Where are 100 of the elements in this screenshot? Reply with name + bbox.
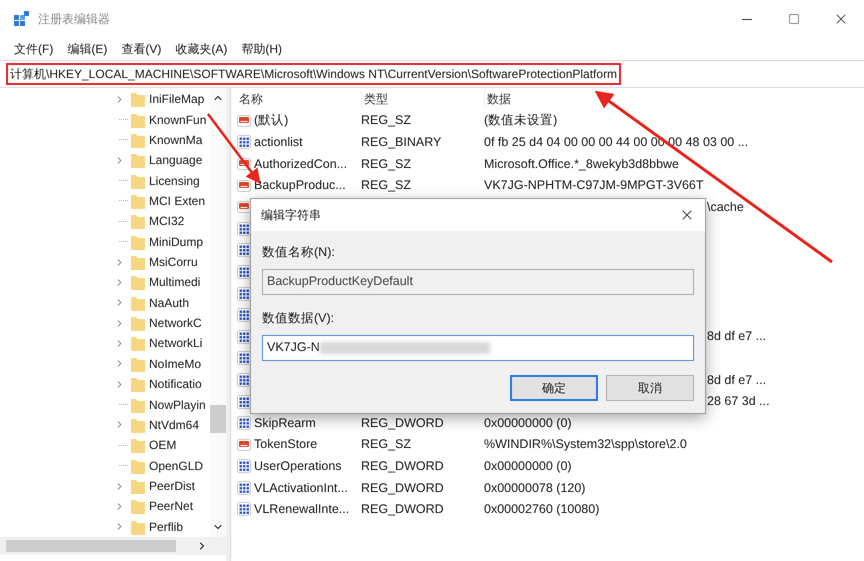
- value-data: %WINDIR%\System32\spp\store\2.0: [484, 437, 687, 452]
- tree-item[interactable]: MCI32: [149, 212, 184, 230]
- horizontal-scrollbar[interactable]: [0, 537, 226, 555]
- dialog-button[interactable]: 取消: [606, 374, 694, 400]
- folder-icon: [131, 416, 145, 433]
- value-name[interactable]: TokenStore: [254, 435, 318, 454]
- menu-item[interactable]: 编辑(E): [67, 40, 108, 58]
- binary-value-icon: [237, 243, 251, 258]
- value-data: Microsoft.Office.*_8wekyb3d8bbwe: [484, 156, 680, 171]
- tree-item[interactable]: Language: [149, 151, 202, 170]
- value-type: REG_SZ: [361, 178, 412, 192]
- value-name[interactable]: AuthorizedCon...: [254, 154, 348, 174]
- folder-icon: [131, 152, 145, 168]
- dialog-button[interactable]: 确定: [510, 374, 598, 400]
- value-data: VK7JG-NPHTM-C97JM-9MPGT-3V66T: [484, 178, 704, 192]
- scrollbar-thumb[interactable]: [6, 540, 176, 552]
- tree-item[interactable]: Perflib: [149, 518, 184, 536]
- menu-item[interactable]: 文件(F): [14, 40, 54, 58]
- value-name[interactable]: actionlist: [254, 133, 303, 152]
- tree-item[interactable]: OEM: [149, 436, 176, 454]
- value-data: 8d df e7 ...: [707, 329, 766, 344]
- binary-value-icon: [237, 351, 251, 366]
- binary-value-icon: [237, 480, 251, 495]
- value-name[interactable]: SkipRearm: [254, 414, 316, 432]
- column-header[interactable]: 数据: [484, 90, 864, 108]
- tree-item[interactable]: Licensing: [149, 172, 200, 190]
- folder-icon: [131, 234, 145, 250]
- tree-item[interactable]: PeerNet: [149, 497, 194, 516]
- binary-value-icon: [237, 394, 251, 409]
- value-data: 8d df e7 ...: [707, 372, 766, 387]
- field-label: 数值数据(V):: [262, 310, 336, 327]
- folder-icon: [131, 356, 145, 372]
- tree-item[interactable]: MiniDump: [149, 232, 204, 251]
- value-type: REG_SZ: [361, 437, 412, 452]
- tree-item[interactable]: PeerDist: [149, 477, 196, 495]
- column-header[interactable]: 名称: [237, 90, 361, 108]
- string-value-icon: [237, 178, 251, 193]
- folder-icon: [131, 478, 145, 494]
- minimize-icon: [742, 18, 752, 20]
- binary-value-icon: [237, 308, 251, 322]
- tree-item[interactable]: Multimedi: [149, 273, 200, 292]
- tree-item[interactable]: NtVdm64: [149, 416, 200, 434]
- tree-item[interactable]: NoImeMo: [149, 354, 202, 373]
- folder-icon: [131, 437, 145, 454]
- string-value-icon: [237, 114, 251, 128]
- value-type: REG_DWORD: [361, 502, 444, 516]
- value-name[interactable]: BackupProduc...: [254, 176, 346, 195]
- menu-item[interactable]: 帮助(H): [241, 40, 282, 58]
- value-type: REG_SZ: [361, 113, 412, 128]
- folder-icon: [131, 192, 145, 209]
- tree-item[interactable]: NetworkLi: [149, 334, 202, 352]
- menu-item[interactable]: 收藏夹(A): [175, 40, 228, 58]
- tree-item[interactable]: NetworkC: [149, 314, 202, 332]
- binary-value-icon: [237, 502, 251, 516]
- tree-item[interactable]: MsiCorru: [149, 253, 198, 272]
- folder-icon: [131, 91, 145, 108]
- tree-item[interactable]: KnownFun: [149, 110, 206, 129]
- address-field[interactable]: 计算机\HKEY_LOCAL_MACHINE\SOFTWARE\Microsoft\Windows NT\CurrentVersion\SoftwareProtectionPlatform: [6, 63, 622, 85]
- window-title: 注册表编辑器: [38, 11, 110, 28]
- binary-value-icon: [237, 330, 251, 344]
- folder-icon: [131, 498, 145, 514]
- value-name-field[interactable]: BackupProductKeyDefault: [262, 268, 694, 295]
- value-data: (数值未设置): [484, 113, 558, 128]
- folder-icon: [131, 132, 145, 148]
- tree-item[interactable]: IniFileMap: [149, 90, 204, 108]
- scrollbar-thumb[interactable]: [210, 405, 226, 433]
- value-data: 0x00000000 (0): [484, 416, 572, 430]
- binary-value-icon: [237, 135, 251, 150]
- value-data-field[interactable]: VK7JG-N: [262, 334, 694, 360]
- column-header[interactable]: 类型: [361, 90, 484, 108]
- registry-app-icon: [14, 11, 30, 27]
- value-type: REG_BINARY: [361, 135, 442, 150]
- value-name[interactable]: (默认): [254, 111, 288, 130]
- value-type: REG_SZ: [361, 156, 412, 171]
- binary-value-icon: [237, 459, 251, 474]
- value-name[interactable]: VLActivationInt...: [254, 478, 348, 498]
- value-data: 0x00000000 (0): [484, 458, 572, 473]
- folder-icon: [131, 518, 145, 535]
- value-data: 0x00002760 (10080): [484, 502, 600, 516]
- value-name[interactable]: VLRenewalInte...: [254, 500, 350, 519]
- tree-item[interactable]: OpenGLD: [149, 456, 204, 475]
- field-label: 数值名称(N):: [262, 244, 336, 261]
- tree-item[interactable]: Notificatio: [149, 375, 202, 394]
- value-type: REG_DWORD: [361, 416, 444, 430]
- folder-icon: [131, 315, 145, 332]
- value-data: 0x00000078 (120): [484, 480, 586, 495]
- vertical-scrollbar[interactable]: [210, 88, 226, 537]
- tree-item[interactable]: NowPlayin: [149, 396, 206, 414]
- string-value-icon: [237, 438, 251, 452]
- value-type: REG_DWORD: [361, 480, 444, 495]
- dialog-title: 编辑字符串: [261, 207, 321, 224]
- tree-item[interactable]: MCI Exten: [149, 192, 206, 210]
- folder-icon: [131, 294, 145, 311]
- folder-icon: [131, 254, 145, 270]
- value-name[interactable]: UserOperations: [254, 456, 342, 476]
- binary-value-icon: [237, 416, 251, 430]
- folder-icon: [131, 458, 145, 474]
- tree-item[interactable]: KnownMa: [149, 130, 202, 149]
- menu-item[interactable]: 查看(V): [121, 40, 162, 58]
- tree-item[interactable]: NaAuth: [149, 294, 190, 312]
